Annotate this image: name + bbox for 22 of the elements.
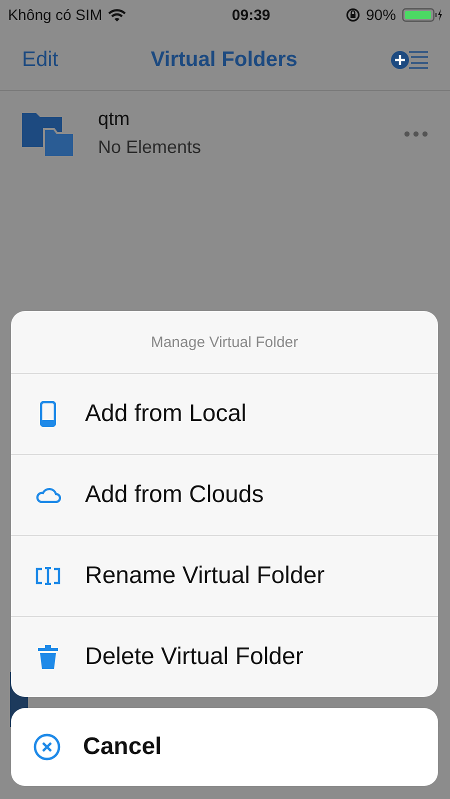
rotation-lock-icon bbox=[346, 8, 360, 22]
phone-icon bbox=[40, 401, 56, 427]
cloud-icon bbox=[35, 487, 61, 503]
add-list-icon[interactable] bbox=[390, 49, 428, 71]
sheet-title: Manage Virtual Folder bbox=[11, 311, 438, 374]
menu-item[interactable]: Delete Virtual Folder bbox=[11, 617, 438, 697]
close-icon bbox=[33, 733, 61, 761]
clock-time: 09:39 bbox=[232, 6, 270, 24]
text-cursor-icon bbox=[35, 567, 61, 585]
screen-title: Virtual Folders bbox=[150, 48, 298, 72]
wifi-icon bbox=[108, 8, 126, 22]
menu-item[interactable]: Add from Clouds bbox=[11, 455, 438, 536]
cancel-button[interactable]: Cancel bbox=[11, 708, 438, 786]
menu-item[interactable]: Rename Virtual Folder bbox=[11, 536, 438, 617]
menu-item[interactable]: Add from Local bbox=[11, 374, 438, 455]
folder-detail: No Elements bbox=[98, 137, 202, 158]
carrier-label: Không có SIM bbox=[8, 6, 102, 24]
folder-name: qtm bbox=[98, 109, 131, 131]
trash-icon bbox=[38, 645, 58, 669]
battery-percent: 90% bbox=[366, 6, 396, 24]
battery-charging-icon bbox=[402, 8, 442, 22]
folders-icon bbox=[22, 110, 74, 156]
